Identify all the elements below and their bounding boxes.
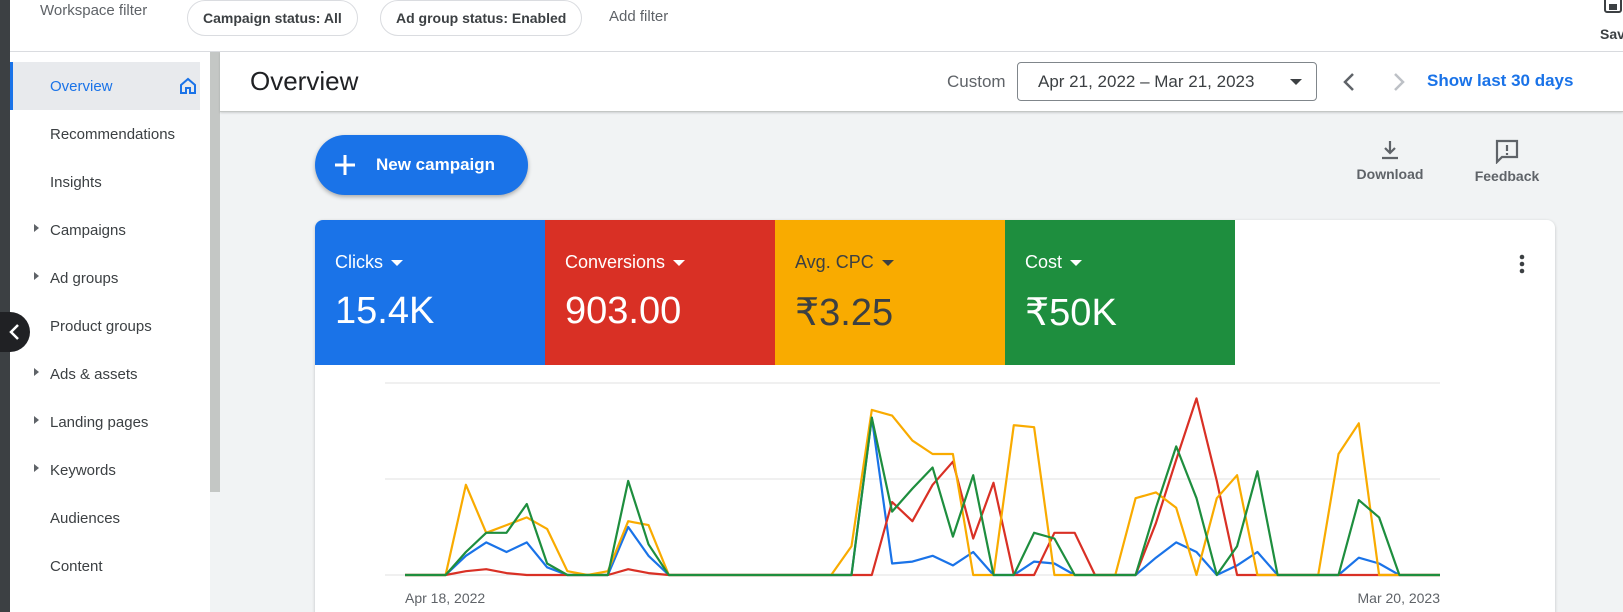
sidebar-item-label: Ad groups (50, 269, 119, 287)
expand-caret-icon (34, 368, 39, 376)
metric-value: 903.00 (565, 290, 682, 332)
previous-period-button[interactable] (1338, 68, 1362, 96)
metric-label: Avg. CPC (795, 252, 874, 272)
expand-caret-icon (34, 416, 39, 424)
home-icon (180, 77, 196, 94)
chart-series-line-4 (405, 416, 1440, 577)
save-icon (1604, 0, 1622, 13)
date-range-picker[interactable]: Apr 21, 2022 – Mar 21, 2023 (1017, 62, 1317, 101)
sidebar-scrollbar[interactable] (210, 52, 220, 492)
sidebar-nav: Overview Recommendations Insights Campai… (10, 52, 220, 612)
sidebar-item-ad-groups[interactable]: Ad groups (10, 254, 210, 302)
performance-card: Clicks 15.4K Conversions 903.00 Avg. CPC… (315, 220, 1555, 612)
sidebar-item-campaigns[interactable]: Campaigns (10, 206, 210, 254)
next-period-button[interactable] (1386, 68, 1410, 96)
page-header: Overview Custom Apr 21, 2022 – Mar 21, 2… (220, 52, 1623, 112)
workspace-filter-label[interactable]: Workspace filter (40, 2, 147, 19)
chart-series-line-3 (405, 408, 1440, 577)
sidebar-item-label: Landing pages (50, 413, 149, 431)
ad-group-status-chip[interactable]: Ad group status: Enabled (380, 0, 583, 36)
dropdown-arrow-icon (391, 260, 403, 267)
expand-caret-icon (34, 464, 39, 472)
metric-cost[interactable]: Cost ₹50K (1005, 220, 1235, 365)
x-axis-end-label: Mar 20, 2023 (1358, 590, 1441, 606)
feedback-icon (1495, 139, 1519, 164)
sidebar-item-insights[interactable]: Insights (10, 158, 210, 206)
metric-clicks[interactable]: Clicks 15.4K (315, 220, 545, 365)
sidebar-item-label: Overview (50, 77, 113, 95)
metric-label: Cost (1025, 252, 1063, 272)
google-ads-page: Workspace filter Campaign status: All Ad… (0, 0, 1623, 612)
sidebar-item-keywords[interactable]: Keywords (10, 446, 210, 494)
sidebar-item-label: Campaigns (50, 221, 126, 239)
metric-label: Clicks (335, 252, 383, 272)
new-campaign-label: New campaign (376, 155, 496, 174)
sidebar-item-label: Keywords (50, 461, 116, 479)
feedback-label: Feedback (1474, 168, 1540, 184)
chart-series-line-1 (405, 416, 1440, 577)
chart-series (405, 397, 1440, 577)
plus-icon (335, 155, 355, 175)
download-button[interactable]: Download (1345, 138, 1435, 198)
expand-caret-icon (34, 224, 39, 232)
sidebar-item-label: Insights (50, 173, 102, 191)
download-icon (1382, 141, 1398, 160)
metric-value: ₹50K (1025, 292, 1117, 334)
dropdown-arrow-icon (881, 260, 894, 267)
metric-value: 15.4K (335, 290, 435, 332)
metric-label: Conversions (565, 252, 666, 272)
filter-bar: Workspace filter Campaign status: All Ad… (10, 0, 1623, 52)
chart-gridlines (385, 382, 1440, 576)
save-label: Save (1600, 26, 1623, 42)
add-filter-button[interactable]: Add filter (609, 8, 668, 25)
dropdown-arrow-icon (1290, 79, 1302, 85)
sidebar-item-content[interactable]: Content (10, 542, 210, 590)
x-axis-start-label: Apr 18, 2022 (405, 590, 485, 606)
feedback-button[interactable]: Feedback (1462, 138, 1552, 198)
sidebar-item-label: Content (50, 557, 103, 575)
sidebar-item-ads-assets[interactable]: Ads & assets (10, 350, 210, 398)
dropdown-arrow-icon (673, 260, 686, 267)
sidebar-item-recommendations[interactable]: Recommendations (10, 110, 210, 158)
campaign-status-chip[interactable]: Campaign status: All (187, 0, 358, 36)
show-last-30-days-link[interactable]: Show last 30 days (1427, 71, 1573, 91)
sidebar-item-landing-pages[interactable]: Landing pages (10, 398, 210, 446)
new-campaign-button[interactable]: New campaign (315, 135, 528, 195)
metric-value: ₹3.25 (795, 292, 894, 334)
sidebar-item-label: Recommendations (50, 125, 176, 143)
range-type-label: Custom (947, 72, 1006, 91)
sidebar-item-audiences[interactable]: Audiences (10, 494, 210, 542)
sidebar-item-product-groups[interactable]: Product groups (10, 302, 210, 350)
sidebar-item-overview[interactable]: Overview (10, 62, 200, 110)
sidebar-item-label: Product groups (50, 317, 152, 335)
metric-avg-cpc[interactable]: Avg. CPC ₹3.25 (775, 220, 1005, 365)
performance-line-chart: Apr 18, 2022 Mar 20, 2023 (385, 382, 1441, 606)
download-label: Download (1356, 166, 1424, 182)
page-title: Overview (250, 66, 359, 96)
sidebar-item-label: Audiences (50, 509, 121, 527)
dropdown-arrow-icon (1070, 260, 1083, 267)
chevron-left-icon (9, 324, 19, 340)
metric-conversions[interactable]: Conversions 903.00 (545, 220, 775, 365)
save-button[interactable]: Save (1595, 0, 1623, 45)
sidebar-item-label: Ads & assets (50, 365, 138, 383)
date-range-value: Apr 21, 2022 – Mar 21, 2023 (1038, 71, 1255, 91)
left-edge (0, 0, 10, 612)
more-options-icon[interactable] (1510, 252, 1534, 276)
chart-series-line-2 (405, 397, 1440, 577)
expand-caret-icon (34, 272, 39, 280)
